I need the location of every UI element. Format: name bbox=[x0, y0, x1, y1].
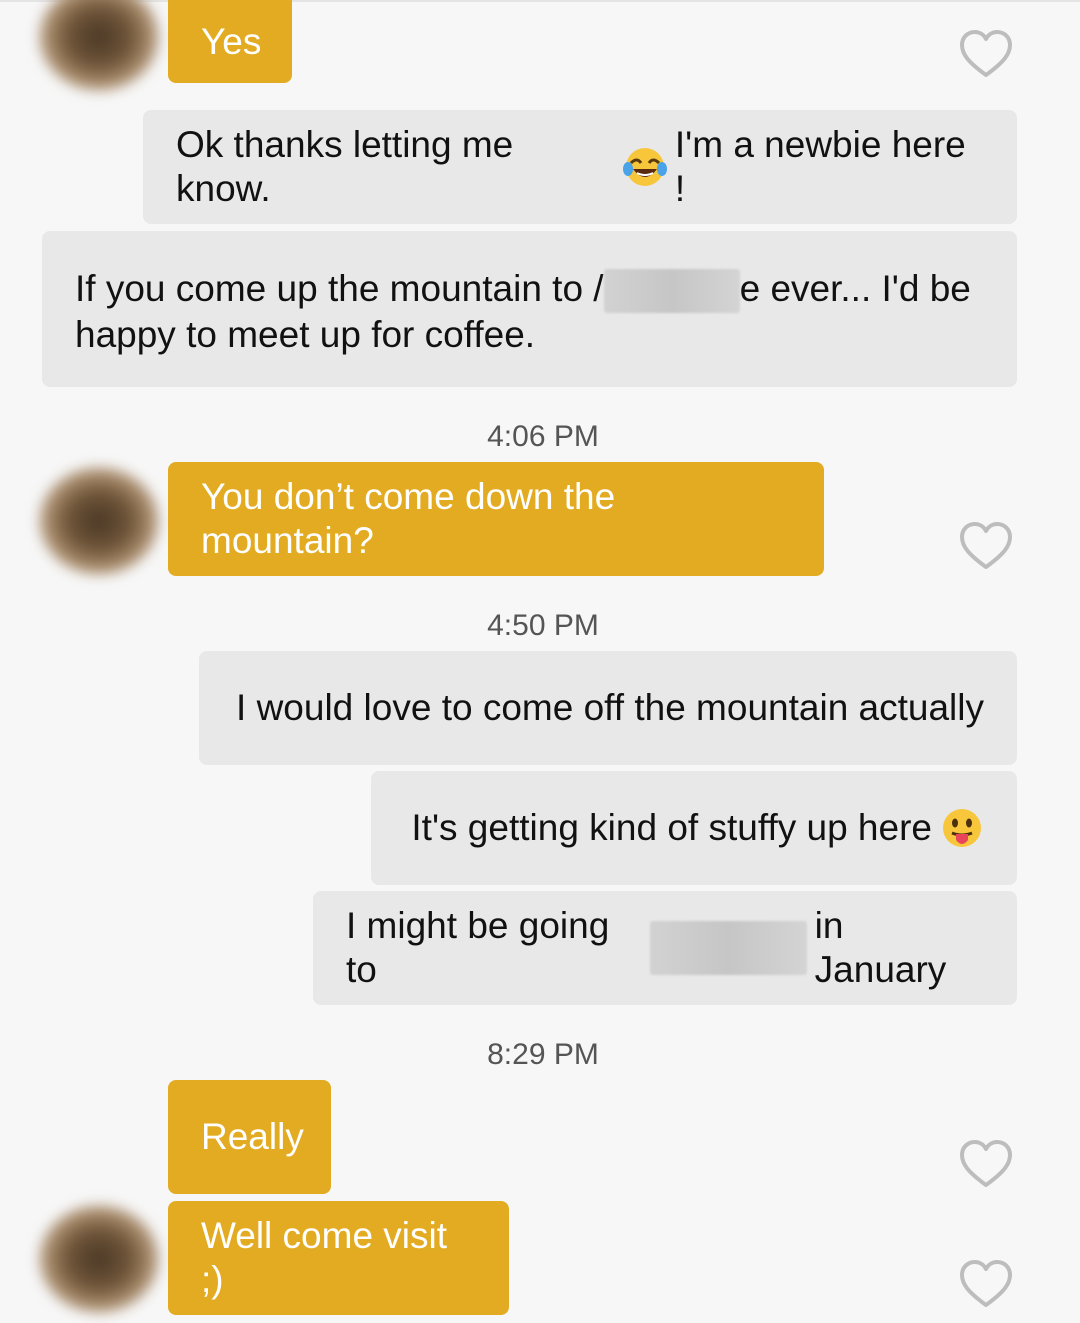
message-text: I would love to come off the mountain ac… bbox=[236, 687, 984, 728]
message-text-continued: I'm a newbie here ! bbox=[674, 124, 966, 209]
tongue-out-emoji-icon bbox=[940, 806, 984, 850]
redacted-location bbox=[649, 921, 807, 975]
like-button[interactable] bbox=[958, 520, 1014, 572]
message-line-2: happy to meet up for coffee. bbox=[75, 314, 536, 356]
message-text: If you come up the mountain to / bbox=[75, 268, 604, 309]
contact-avatar[interactable] bbox=[38, 0, 160, 92]
heart-outline-icon bbox=[960, 30, 1012, 77]
timestamp: 4:06 PM bbox=[487, 420, 599, 453]
message-text-continued: in January bbox=[814, 905, 947, 990]
outgoing-message-bubble[interactable]: Ok thanks letting me know. I'm a newbie … bbox=[143, 110, 1017, 224]
heart-outline-icon bbox=[960, 522, 1012, 569]
incoming-message-bubble[interactable]: Well come visit ;) bbox=[168, 1201, 509, 1315]
message-text: I might be going to bbox=[346, 905, 610, 990]
incoming-message-bubble[interactable]: Really bbox=[168, 1080, 331, 1194]
heart-outline-icon bbox=[960, 1260, 1012, 1307]
like-button[interactable] bbox=[958, 1258, 1014, 1310]
message-line-1: If you come up the mountain to / e ever..… bbox=[75, 267, 984, 314]
message-text: Ok thanks letting me know. bbox=[176, 124, 514, 209]
outgoing-message-bubble[interactable]: I would love to come off the mountain ac… bbox=[199, 651, 1017, 765]
timestamp: 8:29 PM bbox=[487, 1038, 599, 1071]
incoming-message-bubble[interactable]: You don’t come down the mountain? bbox=[168, 462, 824, 576]
message-text: Well come visit ;) bbox=[201, 1215, 448, 1300]
message-text-continued: e ever... I'd be bbox=[739, 268, 971, 309]
outgoing-message-bubble[interactable]: It's getting kind of stuffy up here bbox=[371, 771, 1017, 885]
heart-outline-icon bbox=[960, 1140, 1012, 1187]
message-text: It's getting kind of stuffy up here bbox=[411, 807, 932, 848]
redacted-location bbox=[603, 269, 740, 314]
outgoing-message-bubble[interactable]: I might be going to in January bbox=[313, 891, 1017, 1005]
message-text: You don’t come down the mountain? bbox=[201, 476, 616, 561]
contact-avatar[interactable] bbox=[38, 466, 160, 576]
message-text: Yes bbox=[201, 20, 262, 62]
timestamp: 4:50 PM bbox=[487, 609, 599, 642]
like-button[interactable] bbox=[958, 1138, 1014, 1190]
message-text: Really bbox=[201, 1116, 304, 1157]
like-button[interactable] bbox=[958, 28, 1014, 80]
top-divider bbox=[0, 0, 1080, 2]
incoming-message-bubble[interactable]: Yes bbox=[168, 0, 292, 83]
contact-avatar[interactable] bbox=[38, 1204, 160, 1314]
laughing-tears-emoji-icon bbox=[622, 145, 667, 189]
outgoing-message-bubble[interactable]: If you come up the mountain to / e ever..… bbox=[42, 231, 1017, 387]
